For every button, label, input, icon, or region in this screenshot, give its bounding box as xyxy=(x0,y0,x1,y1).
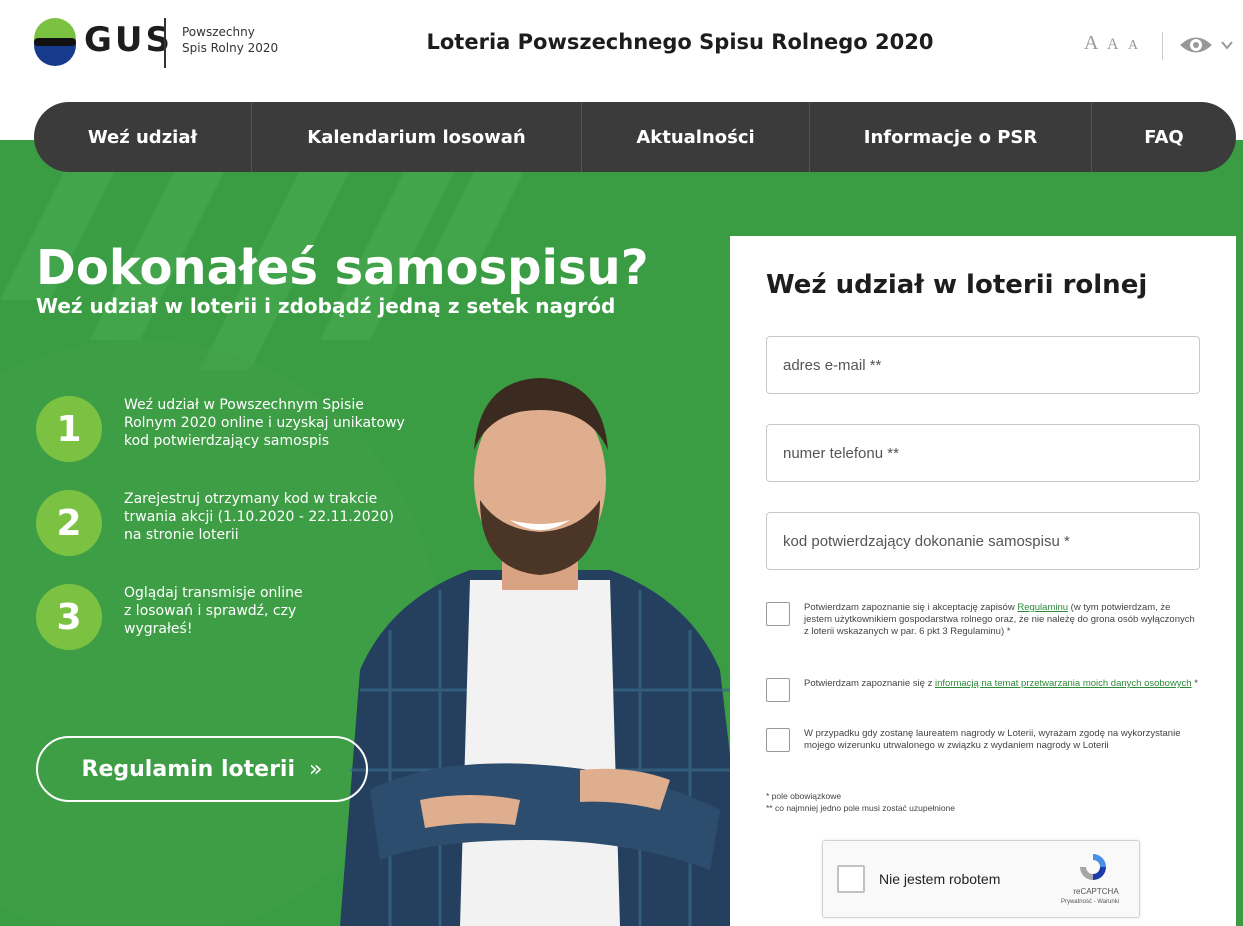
nav-item-aktualnosci[interactable]: Aktualności xyxy=(582,102,810,172)
regulamin-link[interactable]: Regulaminu xyxy=(1017,602,1068,613)
nav-item-faq[interactable]: FAQ xyxy=(1092,102,1236,172)
form-title: Weź udział w loterii rolnej xyxy=(766,270,1148,300)
consent-text-part: * xyxy=(1191,678,1198,689)
regulamin-button[interactable]: Regulamin loterii » xyxy=(36,736,368,802)
consent-data-text: Potwierdzam zapoznanie się z informacją … xyxy=(804,678,1200,690)
consent-image-checkbox[interactable] xyxy=(766,728,790,752)
site-header: GUS Powszechny Spis Rolny 2020 Loteria P… xyxy=(0,0,1243,100)
required-note: * pole obowiązkowe xyxy=(766,791,842,801)
email-input[interactable] xyxy=(766,336,1200,394)
psr-subtitle: Powszechny Spis Rolny 2020 xyxy=(182,24,278,56)
contrast-toggle-button[interactable] xyxy=(1176,30,1236,60)
recaptcha-widget: Nie jestem robotem reCAPTCHA Prywatność … xyxy=(822,840,1140,918)
recaptcha-brand: reCAPTCHA xyxy=(1073,887,1119,896)
step-text-line: na stronie loterii xyxy=(124,527,239,543)
nav-item-kalendarium[interactable]: Kalendarium losowań xyxy=(252,102,582,172)
consent-data-checkbox[interactable] xyxy=(766,678,790,702)
nav-item-informacje-psr[interactable]: Informacje o PSR xyxy=(810,102,1092,172)
psr-subtitle-line1: Powszechny xyxy=(182,25,255,39)
consent-text-part: Potwierdzam zapoznanie się i akceptację … xyxy=(804,602,1018,613)
smiling-man-photo xyxy=(340,378,750,926)
at-least-one-note: ** co najmniej jedno pole musi zostać uz… xyxy=(766,803,956,813)
consent-text-part: Potwierdzam zapoznanie się z xyxy=(804,678,935,689)
logo-divider xyxy=(164,18,166,68)
step-text-line: Rolnym 2020 online i uzyskaj unikatowy xyxy=(124,415,405,431)
step-number-badge: 2 xyxy=(36,490,102,556)
step-text-line: Weź udział w Powszechnym Spisie xyxy=(124,397,364,413)
hero-title: Dokonałeś samospisu? xyxy=(36,240,649,296)
step-text-line: kod potwierdzający samospis xyxy=(124,433,330,449)
step-text-line: trwania akcji (1.10.2020 - 22.11.2020) xyxy=(124,509,394,525)
site-title: Loteria Powszechnego Spisu Rolnego 2020 xyxy=(426,30,934,54)
font-size-small-button[interactable]: A xyxy=(1128,38,1138,54)
hero-subtitle: Weź udział w loterii i zdobądź jedną z s… xyxy=(36,294,616,318)
consent-regulamin-checkbox[interactable] xyxy=(766,602,790,626)
step-text: Weź udział w Powszechnym Spisie Rolnym 2… xyxy=(124,396,424,450)
step-text-line: Zarejestruj otrzymany kod w trakcie xyxy=(124,491,378,507)
recaptcha-logo-icon xyxy=(1080,854,1106,880)
eye-icon xyxy=(1180,37,1233,53)
recaptcha-label: Nie jestem robotem xyxy=(879,871,1001,887)
font-size-medium-button[interactable]: A xyxy=(1107,36,1119,54)
personal-data-link[interactable]: informacją na temat przetwarzania moich … xyxy=(935,678,1192,689)
main-navigation: Weź udział Kalendarium losowań Aktualnoś… xyxy=(34,102,1236,172)
gus-logo-text[interactable]: GUS xyxy=(84,20,173,60)
lottery-form: Weź udział w loterii rolnej Potwierdzam … xyxy=(730,236,1236,926)
consent-image-text: W przypadku gdy zostanę laureatem nagrod… xyxy=(804,728,1181,751)
header-separator xyxy=(1162,32,1163,60)
step-number-badge: 1 xyxy=(36,396,102,462)
step-text-line: z losowań i sprawdź, czy xyxy=(124,603,297,619)
consent-regulamin-text: Potwierdzam zapoznanie się i akceptację … xyxy=(804,602,1200,638)
step-number-badge: 3 xyxy=(36,584,102,650)
double-chevron-right-icon: » xyxy=(309,756,323,782)
font-size-large-button[interactable]: A xyxy=(1084,32,1098,55)
form-notes: * pole obowiązkowe ** co najmniej jedno … xyxy=(766,790,955,814)
gus-logo-icon[interactable] xyxy=(34,18,76,66)
step-text: Oglądaj transmisje online z losowań i sp… xyxy=(124,584,424,638)
code-input[interactable] xyxy=(766,512,1200,570)
step-text-line: Oglądaj transmisje online xyxy=(124,585,303,601)
nav-item-wez-udzial[interactable]: Weź udział xyxy=(34,102,252,172)
regulamin-button-label: Regulamin loterii xyxy=(81,756,295,782)
step-text: Zarejestruj otrzymany kod w trakcie trwa… xyxy=(124,490,424,544)
recaptcha-checkbox[interactable] xyxy=(837,865,865,893)
recaptcha-terms-link[interactable]: Prywatność - Warunki xyxy=(1045,899,1135,905)
phone-input[interactable] xyxy=(766,424,1200,482)
step-text-line: wygrałeś! xyxy=(124,621,193,637)
psr-subtitle-line2: Spis Rolny 2020 xyxy=(182,41,279,55)
